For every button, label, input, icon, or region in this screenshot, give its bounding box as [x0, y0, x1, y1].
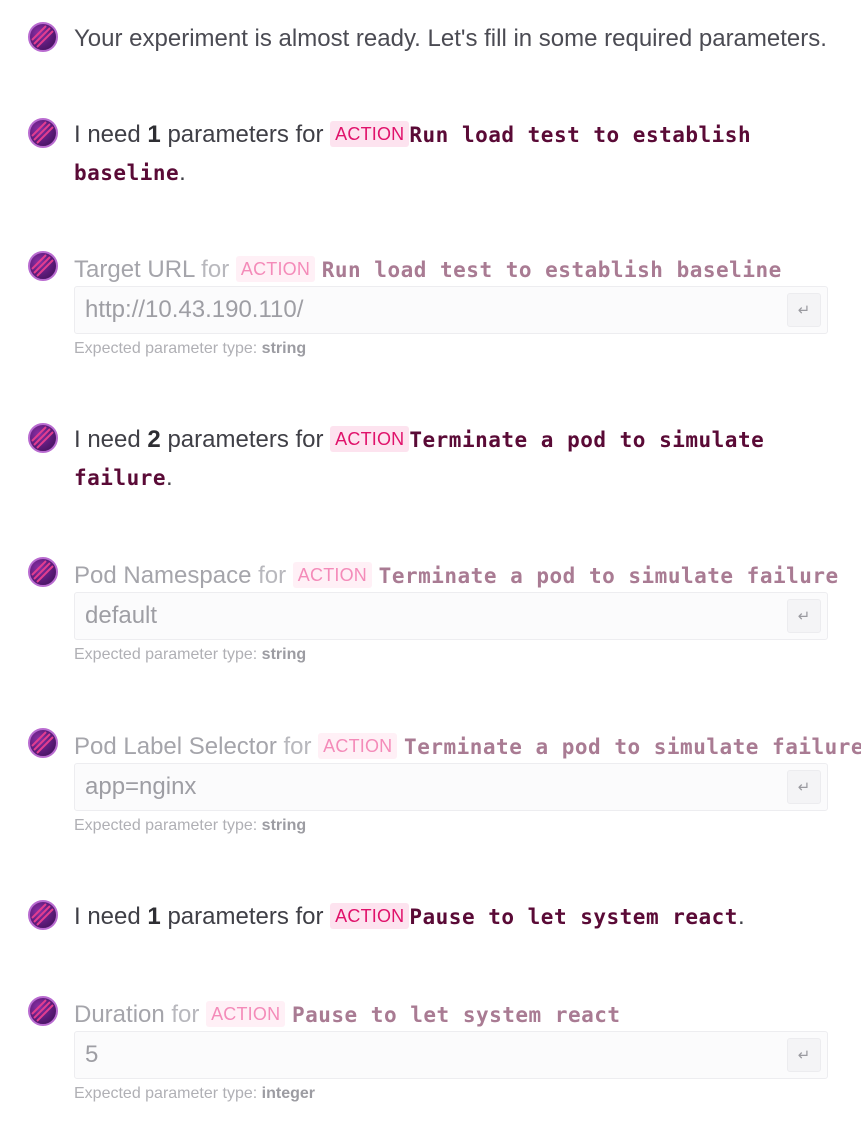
intro-text: Your experiment is almost ready. Let's f… — [74, 25, 827, 52]
action-badge: ACTION — [330, 121, 410, 147]
action-name: Pause to let system react — [409, 905, 738, 929]
param-type: string — [261, 646, 307, 663]
param-type: string — [261, 817, 307, 834]
param-type-hint: Expected parameter type: string — [74, 817, 306, 835]
action-badge: ACTION — [318, 733, 398, 759]
hint-prefix: Expected parameter type: — [74, 817, 258, 834]
group-header-text: I need 2 parameters for ACTION Terminate … — [74, 426, 765, 491]
param-prompt-text: Duration for ACTION Pause to let system … — [74, 996, 831, 1034]
assistant-avatar-icon — [28, 557, 58, 587]
group-header-text: I need 1 parameters for ACTION Run load t… — [74, 121, 752, 186]
for-word: for — [283, 733, 312, 760]
action-name: Terminate a pod to simulate failure — [404, 735, 861, 759]
hint-prefix: Expected parameter type: — [74, 340, 258, 357]
param-count: 1 — [147, 903, 161, 930]
group-header-text: I need 1 parameters for ACTION Pause to l… — [74, 903, 745, 930]
action-badge: ACTION — [235, 256, 316, 282]
assistant-avatar-icon — [28, 900, 58, 930]
param-label: Pod Namespace — [74, 562, 252, 589]
param-label: Pod Label Selector — [74, 733, 277, 760]
param-type: string — [261, 340, 307, 357]
enter-icon[interactable]: ↵ — [787, 770, 821, 804]
action-badge: ACTION — [330, 903, 410, 929]
assistant-avatar-icon — [28, 423, 58, 453]
duration-input[interactable] — [85, 1032, 775, 1078]
param-count: 1 — [147, 121, 161, 148]
action-name: Terminate a pod to simulate failure — [378, 564, 839, 588]
param-count: 2 — [147, 426, 161, 453]
hint-prefix: Expected parameter type: — [74, 1085, 258, 1102]
action-name: Run load test to establish baseline — [321, 258, 782, 282]
duration-field[interactable]: ↵ — [74, 1031, 828, 1079]
param-type-hint: Expected parameter type: string — [74, 340, 306, 358]
need-prefix: I need — [74, 426, 141, 453]
need-suffix: parameters for — [167, 903, 324, 930]
param-type: integer — [261, 1085, 316, 1102]
param-type-hint: Expected parameter type: integer — [74, 1085, 315, 1103]
enter-icon[interactable]: ↵ — [787, 1038, 821, 1072]
param-prompt-text: Pod Label Selector for ACTION Terminate … — [74, 728, 861, 766]
need-suffix: parameters for — [167, 121, 324, 148]
enter-icon[interactable]: ↵ — [787, 293, 821, 327]
for-word: for — [201, 256, 230, 283]
enter-icon[interactable]: ↵ — [787, 599, 821, 633]
action-badge: ACTION — [292, 562, 372, 588]
need-suffix: parameters for — [167, 426, 324, 453]
pod-namespace-input[interactable] — [85, 593, 775, 639]
pod-namespace-field[interactable]: ↵ — [74, 592, 828, 640]
param-prompt-text: Pod Namespace for ACTION Terminate a pod… — [74, 557, 838, 595]
action-name: Pause to let system react — [291, 1003, 621, 1027]
action-badge: ACTION — [206, 1001, 286, 1027]
param-prompt-text: Target URL for ACTION Run load test to e… — [74, 251, 831, 289]
param-type-hint: Expected parameter type: string — [74, 646, 306, 664]
assistant-avatar-icon — [28, 22, 58, 52]
assistant-avatar-icon — [28, 728, 58, 758]
param-label: Duration — [74, 1001, 165, 1028]
need-prefix: I need — [74, 121, 141, 148]
for-word: for — [171, 1001, 200, 1028]
target-url-field[interactable]: ↵ — [74, 286, 828, 334]
hint-prefix: Expected parameter type: — [74, 646, 258, 663]
action-badge: ACTION — [330, 426, 410, 452]
param-label: Target URL — [74, 256, 195, 283]
assistant-avatar-icon — [28, 251, 58, 281]
for-word: for — [258, 562, 287, 589]
pod-label-selector-input[interactable] — [85, 764, 775, 810]
assistant-avatar-icon — [28, 118, 58, 148]
target-url-input[interactable] — [85, 287, 775, 333]
assistant-avatar-icon — [28, 996, 58, 1026]
pod-label-selector-field[interactable]: ↵ — [74, 763, 828, 811]
need-prefix: I need — [74, 903, 141, 930]
